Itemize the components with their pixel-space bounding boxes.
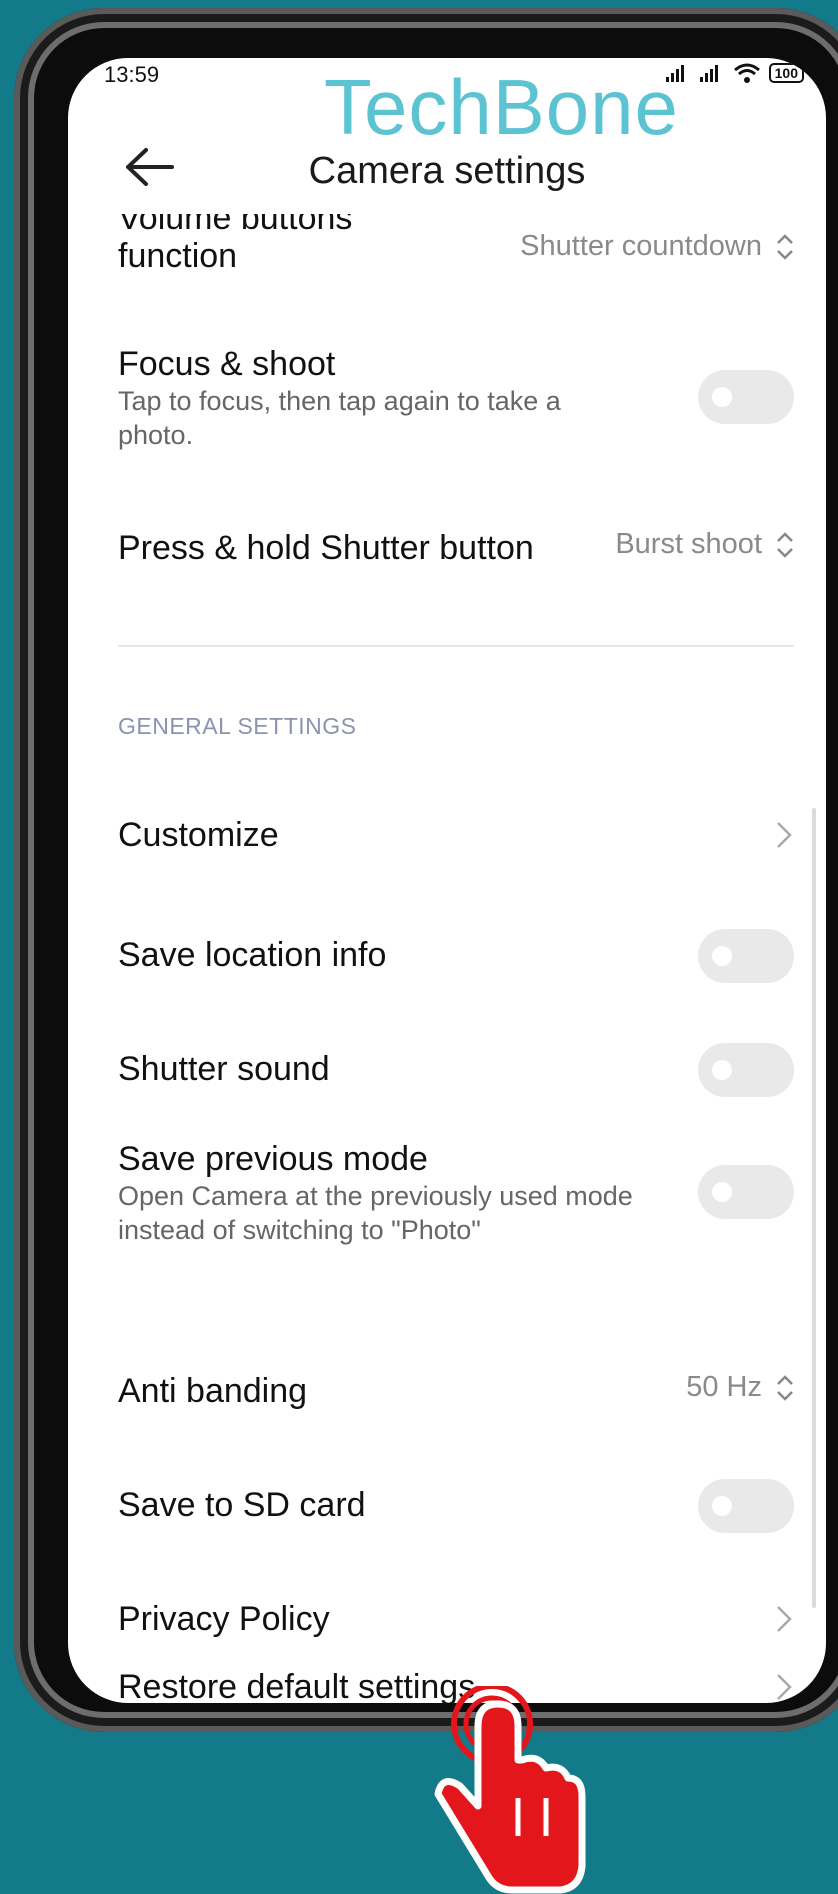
setting-label: Save previous mode: [118, 1140, 428, 1178]
setting-label: Focus & shoot: [118, 345, 336, 383]
setting-save-sd-card[interactable]: Save to SD card: [118, 1479, 794, 1533]
app-header: Camera settings: [68, 128, 826, 218]
page-title: Camera settings: [308, 150, 586, 192]
setting-label: Save to SD card: [118, 1486, 366, 1524]
setting-value-text: 50 Hz: [686, 1371, 762, 1403]
setting-label: Privacy Policy: [118, 1600, 330, 1638]
phone-frame: 13:59 100 TechBone Camera settings Volum…: [14, 8, 838, 1732]
setting-save-previous-mode[interactable]: Save previous mode Open Camera at the pr…: [118, 1139, 794, 1249]
focus-shoot-toggle[interactable]: [698, 370, 794, 424]
toggle-knob: [712, 1496, 732, 1516]
wifi-icon: [733, 63, 760, 83]
save-previous-mode-toggle[interactable]: [698, 1165, 794, 1219]
setting-label: Save location info: [118, 936, 387, 974]
setting-label: Customize: [118, 816, 279, 854]
chevron-up-down-icon: [777, 233, 793, 260]
setting-description: photo.: [118, 420, 194, 450]
chevron-right-icon: [777, 1674, 792, 1700]
setting-value: Burst shoot: [615, 528, 794, 561]
save-sd-card-toggle[interactable]: [698, 1479, 794, 1533]
chevron-right-icon: [777, 1606, 792, 1632]
setting-anti-banding[interactable]: Anti banding 50 Hz: [118, 1371, 794, 1421]
setting-description: instead of switching to "Photo": [118, 1215, 481, 1245]
status-icons: 100: [665, 62, 804, 84]
shutter-sound-toggle[interactable]: [698, 1043, 794, 1097]
save-location-toggle[interactable]: [698, 929, 794, 983]
setting-label: Shutter sound: [118, 1050, 330, 1088]
setting-value-text: Shutter countdown: [520, 230, 762, 262]
setting-volume-buttons[interactable]: Volume buttons function Shutter countdow…: [118, 214, 794, 330]
section-header-general: GENERAL SETTINGS: [118, 713, 357, 739]
setting-focus-shoot[interactable]: Focus & shoot Tap to focus, then tap aga…: [118, 344, 794, 454]
phone-screen: 13:59 100 TechBone Camera settings Volum…: [68, 58, 826, 1703]
setting-press-hold-shutter[interactable]: Press & hold Shutter button Burst shoot: [118, 528, 794, 578]
toggle-knob: [712, 387, 732, 407]
setting-value: 50 Hz: [686, 1371, 794, 1404]
setting-value-text: Burst shoot: [615, 528, 762, 560]
status-time: 13:59: [104, 62, 160, 87]
setting-description: Tap to focus, then tap again to take a: [118, 386, 561, 416]
chevron-up-down-icon: [777, 1374, 793, 1401]
setting-description: Open Camera at the previously used mode: [118, 1181, 633, 1211]
setting-save-location[interactable]: Save location info: [118, 929, 794, 983]
battery-icon: 100: [768, 63, 804, 83]
section-divider: [118, 645, 794, 647]
chevron-right-icon: [777, 822, 792, 848]
setting-label-partial: Volume buttons: [118, 214, 353, 237]
setting-shutter-sound[interactable]: Shutter sound: [118, 1043, 794, 1097]
signal-icon: [699, 65, 718, 82]
setting-customize[interactable]: Customize: [118, 815, 794, 865]
setting-value: Shutter countdown: [520, 230, 794, 263]
tap-hand-icon: [434, 1686, 586, 1894]
setting-label: function: [118, 237, 238, 275]
setting-privacy-policy[interactable]: Privacy Policy: [118, 1599, 794, 1649]
scrollbar[interactable]: [812, 808, 816, 1608]
chevron-up-down-icon: [777, 531, 793, 558]
toggle-knob: [712, 946, 732, 966]
toggle-knob: [712, 1182, 732, 1202]
toggle-knob: [712, 1060, 732, 1080]
